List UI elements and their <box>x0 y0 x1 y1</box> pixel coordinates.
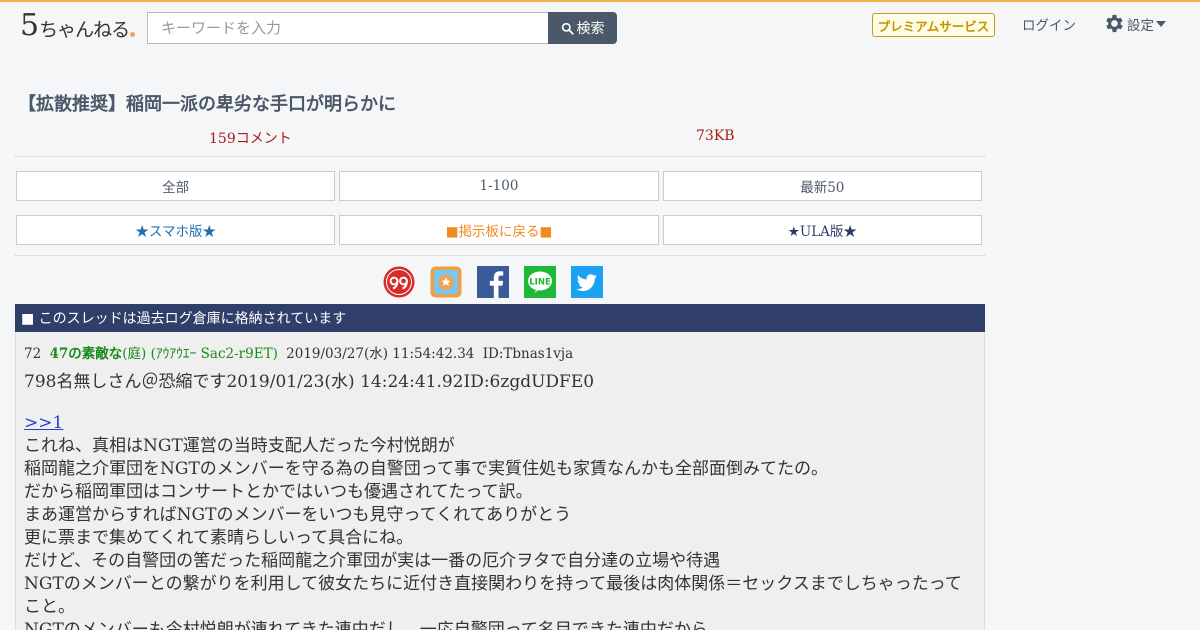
post-line: NGTのメンバーも今村悦朗が連れてきた連中だし、一応自警団って名目できた連中だか… <box>24 620 708 630</box>
archive-notice: ■ このスレッドは過去ログ倉庫に格納されています <box>15 304 985 332</box>
divider <box>15 255 985 256</box>
post-body: 798名無しさん＠恐縮です2019/01/23(水) 14:24:41.92ID… <box>24 371 976 630</box>
comment-count: 159コメント <box>209 131 292 147</box>
settings-label: 設定 <box>1127 17 1154 34</box>
premium-service-button[interactable]: プレミアムサービス <box>872 13 995 37</box>
nav-all-button[interactable]: 全部 <box>16 171 336 201</box>
post-author-name: 47の素敵な <box>49 346 123 362</box>
post-date: 2019/03/27(水) 11:54:42.34 <box>286 346 475 362</box>
range-nav: 全部 1-100 最新50 <box>16 171 982 201</box>
gear-icon <box>1106 14 1123 33</box>
line-icon[interactable]: LINE <box>524 266 556 298</box>
bookmark-icon[interactable] <box>430 266 462 298</box>
nav-latest50-button[interactable]: 最新50 <box>662 171 982 201</box>
post-line: まあ運営からすればNGTのメンバーをいつも見守ってくれてありがとう <box>24 505 572 525</box>
search-button[interactable]: 検索 <box>548 12 617 44</box>
smartphone-version-button[interactable]: ★スマホ版★ <box>16 215 336 245</box>
post-line: だから稲岡軍団はコンサートとかではいつも優遇されてたって訳。 <box>24 482 533 502</box>
thread-title: 【拡散推奨】稲岡一派の卑劣な手口が明らかに <box>18 94 396 115</box>
search-input[interactable] <box>147 12 549 44</box>
svg-text:LINE: LINE <box>529 278 551 288</box>
back-to-board-button[interactable]: ■掲示板に戻る■ <box>339 215 659 245</box>
search-icon <box>561 22 574 35</box>
search-button-label: 検索 <box>576 21 605 37</box>
post-author-detail: (庭) (ｱｳｱｳｴｰ Sac2-r9ET) <box>122 346 278 362</box>
reply-anchor-link[interactable]: >>1 <box>24 412 976 435</box>
post-line: 稲岡龍之介軍団をNGTのメンバーを守る為の自警団って事で実質住処も家賃なんかも全… <box>24 459 828 479</box>
post-line: これね、真相はNGT運営の当時支配人だった今村悦朗が <box>24 436 455 456</box>
quote-header: 798名無しさん＠恐縮です2019/01/23(水) 14:24:41.92ID… <box>24 372 595 392</box>
settings-menu[interactable]: 設定 <box>1102 12 1166 35</box>
ula-version-button[interactable]: ★ULA版★ <box>662 215 982 245</box>
facebook-icon[interactable] <box>477 266 509 298</box>
nav-1-100-button[interactable]: 1-100 <box>339 171 659 201</box>
login-link[interactable]: ログイン <box>1022 14 1076 34</box>
version-nav: ★スマホ版★ ■掲示板に戻る■ ★ULA版★ <box>16 215 982 245</box>
post-number[interactable]: 72 <box>24 346 41 362</box>
post-header: 72 47の素敵な(庭) (ｱｳｱｳｴｰ Sac2-r9ET) 2019/03/… <box>24 342 976 362</box>
post-line: だけど、その自警団の筈だった稲岡龍之介軍団が実は一番の厄介ヲタで自分達の立場や待… <box>24 551 721 571</box>
post-line: 更に票まで集めてくれて素晴らしいって具合にね。 <box>24 528 414 548</box>
post-author: 47の素敵な(庭) (ｱｳｱｳｴｰ Sac2-r9ET) <box>49 346 277 362</box>
site-logo[interactable]: 5 ちゃんねる <box>20 9 136 41</box>
post: 72 47の素敵な(庭) (ｱｳｱｳｴｰ Sac2-r9ET) 2019/03/… <box>15 332 985 630</box>
caret-down-icon <box>1156 20 1166 27</box>
twitter-icon[interactable] <box>571 266 603 298</box>
thread-size: 73KB <box>696 128 735 144</box>
post-id[interactable]: ID:Tbnas1vja <box>483 346 573 362</box>
thread-meta: 159コメント 73KB <box>15 126 985 157</box>
post-line: NGTのメンバーとの繋がりを利用して彼女たちに近付き直接関わりを持って最後は肉体… <box>24 574 962 617</box>
top-bar: 5ちゃんねる 検索 プレミアムサービス ログイン 設定 <box>0 0 1200 50</box>
99-icon[interactable] <box>383 266 415 298</box>
